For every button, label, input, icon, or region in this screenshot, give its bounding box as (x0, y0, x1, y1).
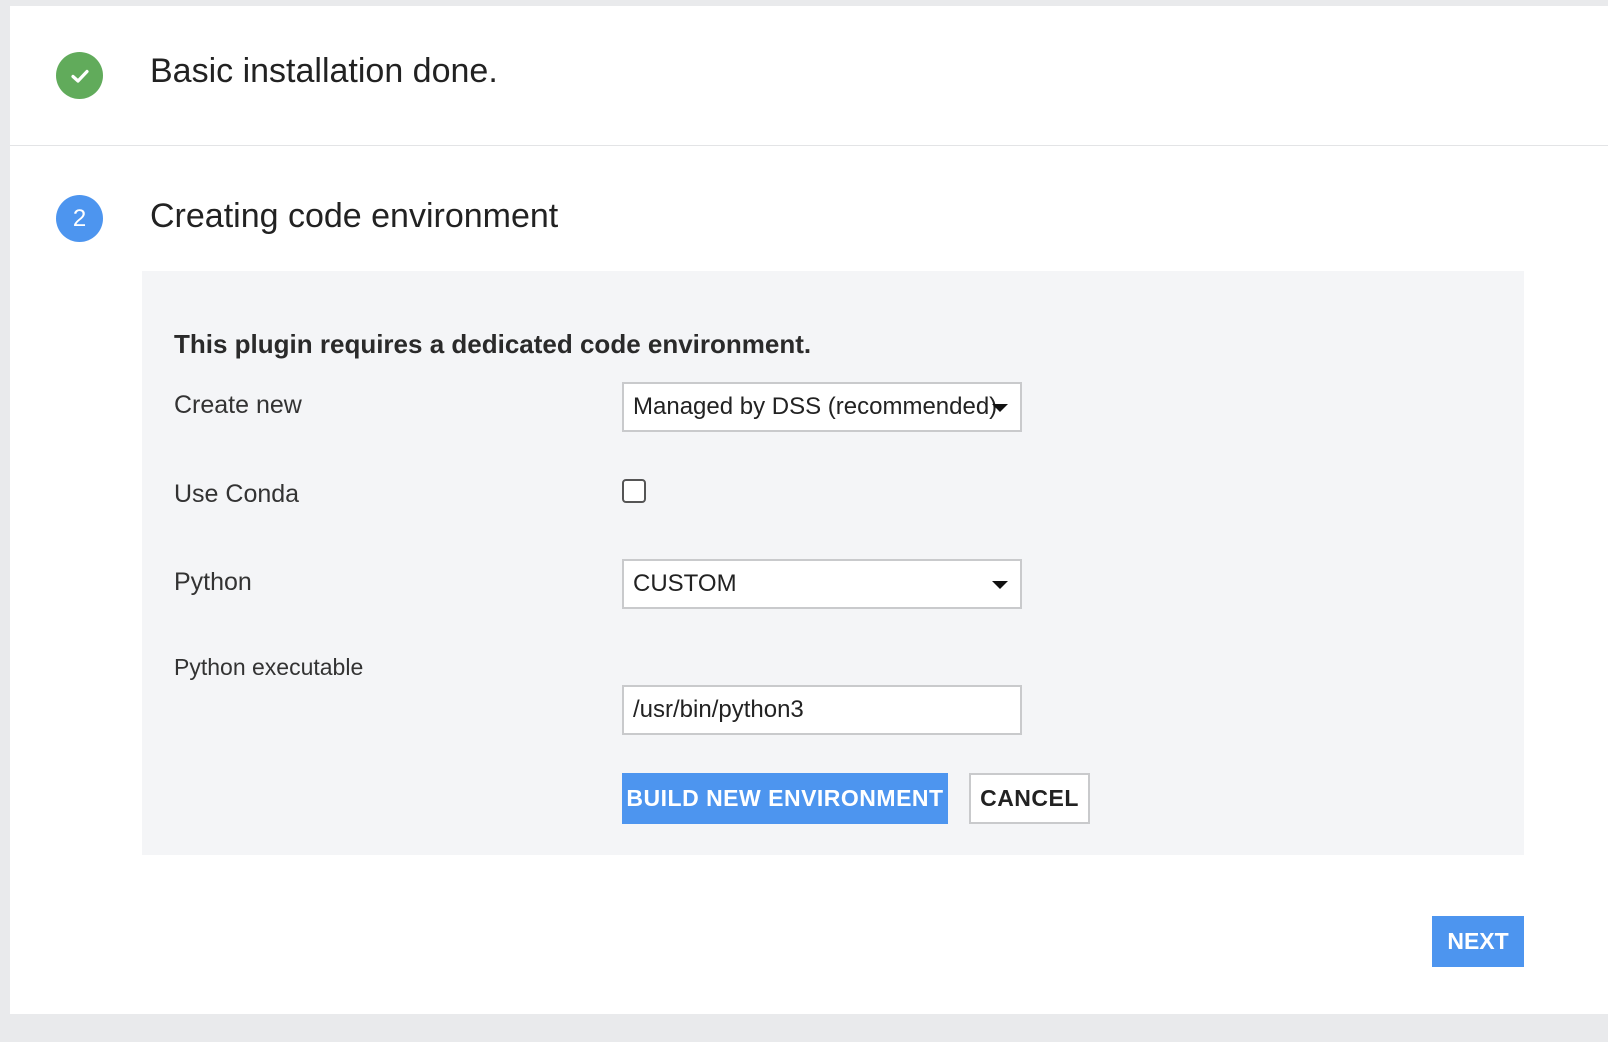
create-new-select[interactable]: Managed by DSS (recommended) (622, 382, 1022, 432)
step-title-done: Basic installation done. (150, 52, 498, 90)
python-select[interactable]: CUSTOM (622, 559, 1022, 609)
python-label: Python (174, 568, 252, 596)
create-new-value: Managed by DSS (recommended) (633, 393, 998, 420)
use-conda-label: Use Conda (174, 480, 300, 508)
check-icon (70, 69, 89, 83)
build-environment-button[interactable]: BUILD NEW ENVIRONMENT (622, 773, 948, 824)
step-title-active: Creating code environment (150, 197, 559, 235)
step-number-badge: 2 (56, 195, 103, 242)
caret-down-icon (992, 581, 1008, 589)
create-new-label: Create new (174, 391, 302, 419)
caret-down-icon (992, 404, 1008, 412)
next-button[interactable]: NEXT (1432, 916, 1524, 967)
python-executable-label: Python executable (174, 654, 364, 680)
wizard-card: Basic installation done. 2 Creating code… (10, 6, 1608, 1014)
code-env-panel: This plugin requires a dedicated code en… (142, 271, 1524, 855)
panel-intro-text: This plugin requires a dedicated code en… (174, 329, 812, 359)
cancel-button[interactable]: CANCEL (969, 773, 1090, 824)
step-done-badge (56, 52, 103, 99)
use-conda-checkbox[interactable] (622, 479, 646, 503)
python-executable-input[interactable] (622, 685, 1022, 735)
step-basic-installation: Basic installation done. (10, 6, 1608, 146)
python-value: CUSTOM (633, 570, 737, 597)
